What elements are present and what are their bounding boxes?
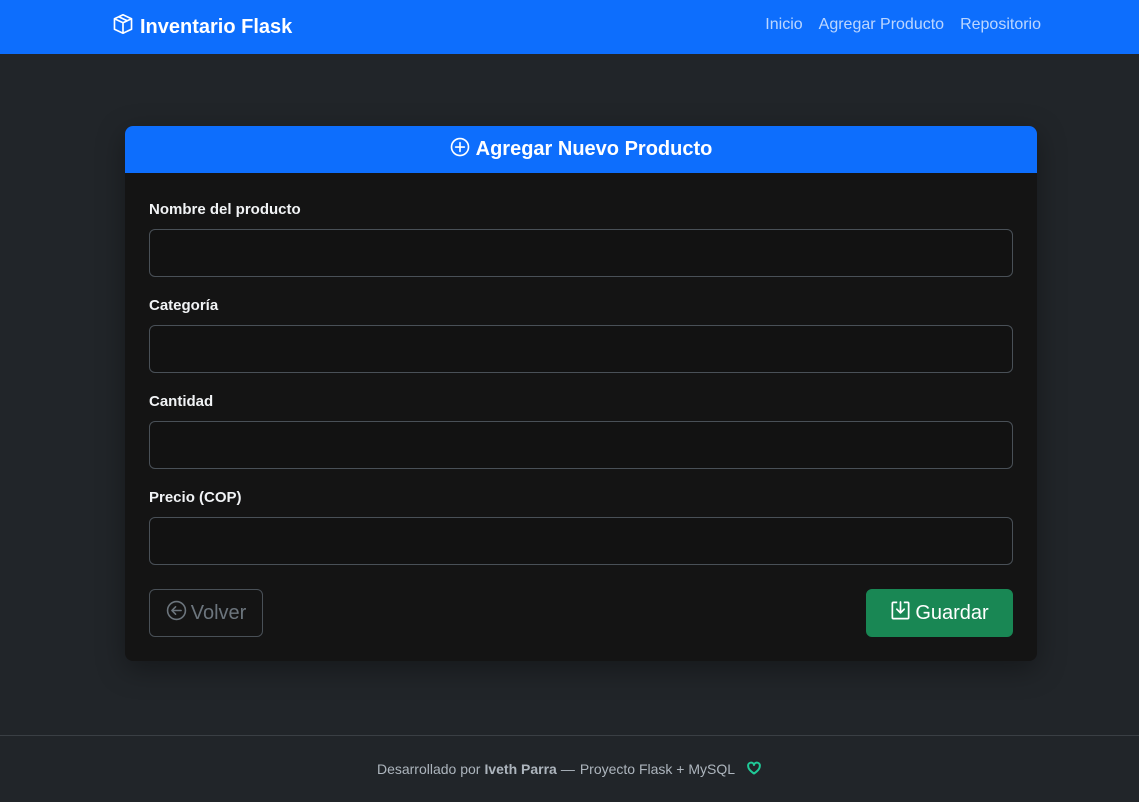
download-icon <box>890 600 911 627</box>
quantity-input[interactable] <box>149 421 1013 469</box>
back-button[interactable]: Volver <box>149 589 263 637</box>
plus-circle-icon <box>450 137 470 163</box>
back-button-label: Volver <box>190 601 247 624</box>
brand-link[interactable]: Inventario Flask <box>112 13 293 41</box>
save-button-label: Guardar <box>915 601 989 624</box>
save-button[interactable]: Guardar <box>866 589 1013 637</box>
box-icon <box>112 13 134 41</box>
card-title: Agregar Nuevo Producto <box>475 138 713 160</box>
navbar: Inventario Flask Inicio Agregar Producto… <box>0 0 1139 54</box>
nav-link-repositorio[interactable]: Repositorio <box>960 16 1041 34</box>
footer: Desarrollado por Iveth Parra — Proyecto … <box>0 735 1139 802</box>
card-header: Agregar Nuevo Producto <box>125 126 1037 173</box>
product-name-input[interactable] <box>149 229 1013 277</box>
nav-link-inicio[interactable]: Inicio <box>765 16 802 34</box>
quantity-label: Cantidad <box>149 393 214 410</box>
footer-separator: — <box>560 761 575 777</box>
category-input[interactable] <box>149 325 1013 373</box>
brand-text: Inventario Flask <box>140 15 293 38</box>
arrow-left-circle-icon <box>166 600 187 627</box>
add-product-card: Agregar Nuevo Producto Nombre del produc… <box>125 126 1037 661</box>
nav-link-agregar-producto[interactable]: Agregar Producto <box>819 16 944 34</box>
product-name-label: Nombre del producto <box>149 201 301 218</box>
nav-links: Inicio Agregar Producto Repositorio <box>765 16 1041 34</box>
footer-author: Iveth Parra <box>484 761 557 777</box>
price-input[interactable] <box>149 517 1013 565</box>
heart-icon <box>740 760 762 779</box>
price-label: Precio (COP) <box>149 489 242 506</box>
footer-suffix: Proyecto Flask + MySQL <box>579 761 736 777</box>
category-label: Categoría <box>149 297 219 314</box>
footer-prefix: Desarrollado por <box>376 761 481 777</box>
